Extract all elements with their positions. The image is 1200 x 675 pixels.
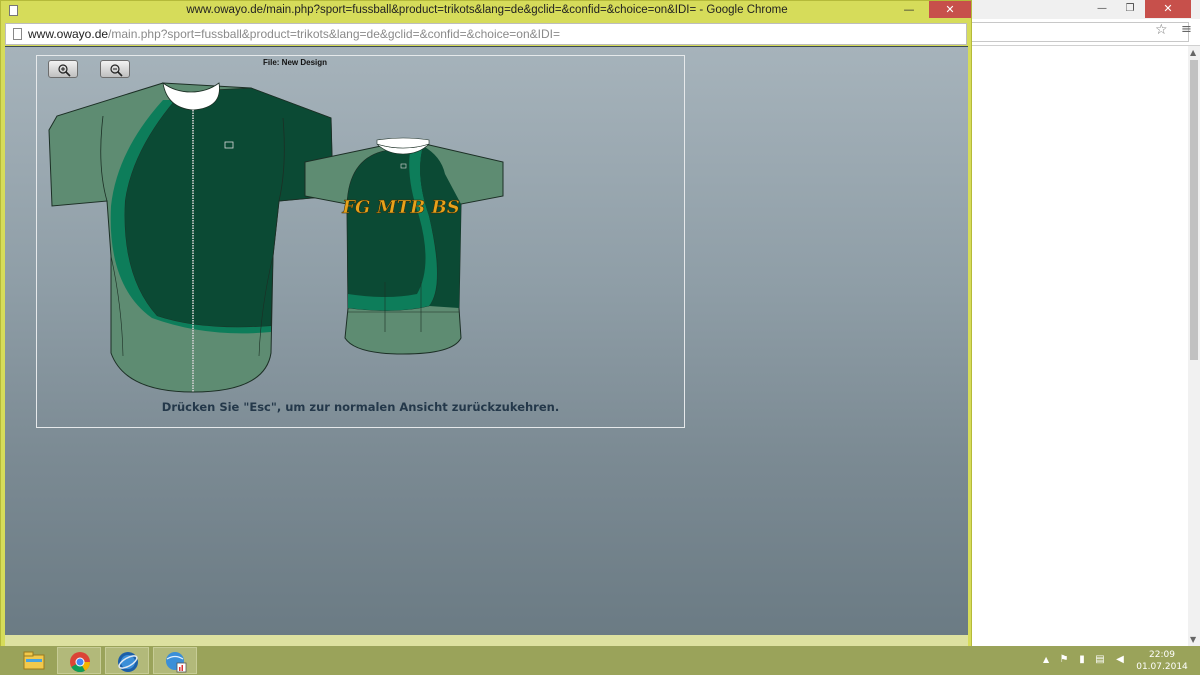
taskbar: ▲ ⚑ ▮ ▤ ◀ 22:09 01.07.2014 xyxy=(0,646,1200,675)
bg-minimize-button[interactable]: — xyxy=(1089,1,1115,17)
page-content: FG MTB BS File: New Design Drücken Sie "… xyxy=(5,46,968,635)
zoom-out-icon xyxy=(110,64,123,77)
address-bar[interactable]: www.owayo.de/main.php?sport=fussball&pro… xyxy=(5,23,967,45)
window-title: www.owayo.de/main.php?sport=fussball&pro… xyxy=(186,4,788,16)
zoom-out-button[interactable] xyxy=(100,60,130,78)
url-path: /main.php?sport=fussball&product=trikots… xyxy=(108,27,560,41)
volume-icon[interactable]: ◀ xyxy=(1114,654,1126,666)
chrome-icon xyxy=(70,652,91,673)
network-app-icon xyxy=(166,652,187,673)
close-button[interactable]: ✕ xyxy=(929,1,971,18)
design-preview-frame: FG MTB BS File: New Design Drücken Sie "… xyxy=(36,55,685,428)
taskbar-network-app[interactable] xyxy=(153,647,197,674)
file-explorer-icon xyxy=(23,651,45,670)
bg-scrollbar[interactable]: ▲ ▼ xyxy=(1188,46,1200,646)
clock-date: 01.07.2014 xyxy=(1136,662,1188,672)
flag-icon[interactable]: ⚑ xyxy=(1058,654,1070,666)
bg-restore-button[interactable]: ❐ xyxy=(1117,1,1143,17)
front-jersey xyxy=(48,82,334,393)
esc-hint: Drücken Sie "Esc", um zur normalen Ansic… xyxy=(161,400,560,414)
bookmark-star-icon[interactable]: ☆ xyxy=(1155,22,1168,38)
back-jersey: FG MTB BS xyxy=(304,137,504,355)
device-icon[interactable]: ▮ xyxy=(1076,654,1088,666)
taskbar-globe-app[interactable] xyxy=(105,647,149,674)
url-text[interactable]: www.owayo.de/main.php?sport=fussball&pro… xyxy=(28,27,560,41)
zoom-in-icon xyxy=(58,64,71,77)
url-host: www.owayo.de xyxy=(28,27,109,41)
scroll-down-icon[interactable]: ▼ xyxy=(1190,635,1196,644)
scroll-up-icon[interactable]: ▲ xyxy=(1190,48,1196,57)
jersey-preview: FG MTB BS xyxy=(48,82,504,393)
background-browser-window: — ❐ ✕ ☆ ≡ ▲ ▼ xyxy=(966,0,1200,646)
scroll-thumb[interactable] xyxy=(1190,60,1198,360)
bg-titlebar: — ❐ ✕ xyxy=(967,0,1200,19)
taskbar-chrome[interactable] xyxy=(57,647,101,674)
zoom-in-button[interactable] xyxy=(48,60,78,78)
network-icon[interactable]: ▤ xyxy=(1094,654,1106,666)
file-label: File: New Design xyxy=(263,58,328,67)
bg-toolbar-divider xyxy=(967,45,1200,46)
bg-close-button[interactable]: ✕ xyxy=(1145,0,1191,18)
taskbar-file-explorer[interactable] xyxy=(12,647,56,674)
globe-app-icon xyxy=(118,652,138,672)
popup-browser-window: www.owayo.de/main.php?sport=fussball&pro… xyxy=(0,0,972,652)
clock-time: 22:09 xyxy=(1149,650,1175,660)
back-jersey-lettering: FG MTB BS xyxy=(341,197,459,218)
clock[interactable]: 22:09 01.07.2014 xyxy=(1132,649,1192,673)
page-icon xyxy=(13,28,22,40)
chrome-menu-icon[interactable]: ≡ xyxy=(1181,22,1192,37)
tray-overflow-icon[interactable]: ▲ xyxy=(1043,655,1049,664)
minimize-button[interactable]: — xyxy=(898,3,920,17)
